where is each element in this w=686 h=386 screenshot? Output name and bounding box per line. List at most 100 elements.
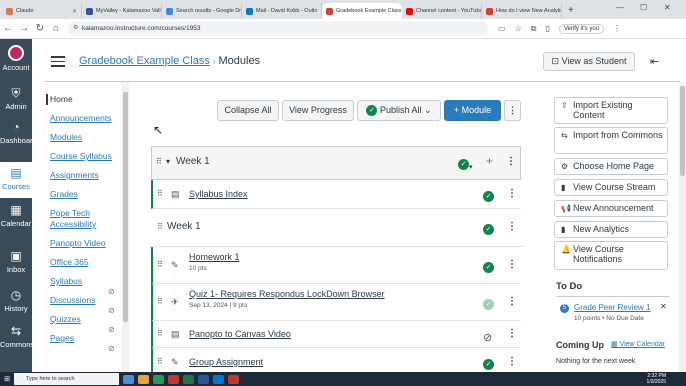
drag-handle-icon[interactable]: ⠿ [157, 260, 163, 269]
powerpoint-icon[interactable] [168, 374, 179, 384]
global-nav-courses[interactable]: ▤ Courses [0, 162, 32, 198]
course-nav-home[interactable]: Home [46, 94, 116, 105]
drag-handle-icon[interactable]: ⠿ [157, 189, 163, 198]
global-nav-inbox[interactable]: ▣ Inbox [0, 249, 32, 274]
global-nav-history[interactable]: ◷ History [0, 288, 32, 313]
course-nav-discussions[interactable]: Discussions [50, 295, 104, 306]
global-nav-admin[interactable]: ⛨ Admin [0, 86, 32, 111]
sidebar-action-view-course-notifications[interactable]: 🔔 View Course Notifications [554, 241, 668, 270]
browser-tab[interactable]: Claude ✕ [2, 3, 82, 19]
module-item-row[interactable]: ⠿ Week 1 ✓ ⋮ [153, 209, 523, 247]
module-item-title[interactable]: Syllabus Index [189, 189, 248, 199]
module-header[interactable]: ⠿ ▾ Week 1 ✓ ▾ + ⋮ [151, 146, 521, 180]
course-nav-panopto-video[interactable]: Panopto Video [50, 238, 120, 249]
sidebar-action-new-announcement[interactable]: 📢 New Announcement [554, 200, 668, 217]
taskbar-clock[interactable]: 2:32 PM 1/9/2025 [647, 373, 686, 385]
drag-handle-icon[interactable]: ⠿ [157, 357, 163, 366]
add-module-button[interactable]: + Module [444, 100, 501, 121]
sidebar-icon[interactable]: ▯ [545, 24, 549, 33]
drag-handle-icon[interactable]: ⠿ [157, 297, 163, 306]
profile-button[interactable]: Verify it's you [558, 23, 605, 34]
course-nav-pages[interactable]: Pages [50, 333, 104, 344]
publish-status-button[interactable]: ✓ [483, 221, 494, 239]
sidebar-action-new-analytics[interactable]: ▮ New Analytics [554, 221, 668, 238]
toolbar-more-icon[interactable]: ⋮ [504, 100, 521, 121]
publish-status-button[interactable]: ✓ [483, 259, 494, 277]
excel-icon[interactable] [183, 374, 194, 384]
global-nav-account[interactable]: Account [0, 45, 32, 72]
sidebar-action-import-from-commons[interactable]: ⇆ Import from Commons [554, 127, 668, 154]
chrome-icon[interactable] [153, 374, 164, 384]
dismiss-todo-icon[interactable]: ✕ [660, 302, 667, 311]
module-item-row[interactable]: ⠿ ✎ Homework 1 10 pts ✓ ⋮ [151, 247, 521, 284]
item-more-icon[interactable]: ⋮ [507, 356, 517, 367]
module-more-icon[interactable]: ⋮ [506, 156, 516, 167]
file-explorer-icon[interactable] [138, 374, 149, 384]
course-menu-toggle[interactable] [51, 56, 65, 70]
global-nav-commons[interactable]: ⇆ Commons [0, 324, 34, 349]
publish-all-button[interactable]: ✓ Publish All ⌄ [357, 100, 441, 121]
global-nav-calendar[interactable]: ▦ Calendar [0, 203, 32, 228]
collapse-all-button[interactable]: Collapse All [217, 100, 279, 121]
browser-tab[interactable]: Search results - Google Dr✕ [162, 3, 242, 19]
item-more-icon[interactable]: ⋮ [507, 221, 517, 232]
url-field[interactable]: ⚙ kalamazoo.instructure.com/courses/1953 [68, 21, 488, 36]
sidebar-action-view-course-stream[interactable]: ▮ View Course Stream [554, 179, 668, 196]
bookmark-star-icon[interactable]: ☆ [515, 24, 522, 33]
drag-handle-icon[interactable]: ⠿ [156, 157, 162, 166]
back-icon[interactable]: ← [0, 23, 16, 34]
close-tab-icon[interactable]: ✕ [72, 8, 77, 15]
word-icon[interactable] [198, 374, 209, 384]
global-nav-dashboard[interactable]: ◔ Dashboard [0, 120, 37, 145]
sidebar-action-import-existing-content[interactable]: ⇪ Import Existing Content [554, 97, 668, 124]
browser-tab[interactable]: Gradebook Example Class✕ [322, 3, 402, 19]
page-scrollbar[interactable] [679, 82, 686, 372]
app-icon[interactable] [228, 374, 239, 384]
module-item-title[interactable]: Group Assignment [189, 357, 263, 367]
maximize-icon[interactable]: ☐ [640, 3, 647, 12]
close-window-icon[interactable]: ✕ [664, 3, 671, 12]
module-publish-status[interactable]: ✓ ▾ [458, 156, 473, 174]
collapse-sidebar-icon[interactable]: ⇤ [650, 55, 659, 68]
view-as-student-button[interactable]: ⊡ View as Student [543, 52, 635, 71]
publish-status-button[interactable]: ✓ [483, 188, 494, 206]
browser-tab[interactable]: MyValley - Kalamazoo Valle✕ [82, 3, 162, 19]
todo-item-link[interactable]: Grade Peer Review 1 [574, 303, 664, 312]
view-calendar-link[interactable]: ▦ View Calendar [611, 340, 665, 348]
windows-start-icon[interactable]: ⊞ [0, 375, 14, 383]
module-item-row[interactable]: ⠿ ✈ Quiz 1- Requires Respondus LockDown Br… [151, 284, 521, 321]
outlook-icon[interactable] [213, 374, 224, 384]
view-progress-button[interactable]: View Progress [282, 100, 354, 121]
home-icon[interactable]: ⌂ [48, 23, 64, 34]
browser-tab[interactable]: Channel content - YouTube✕ [402, 3, 482, 19]
item-more-icon[interactable]: ⋮ [507, 259, 517, 270]
course-nav-quizzes[interactable]: Quizzes [50, 314, 104, 325]
add-item-icon[interactable]: + [486, 154, 493, 168]
course-nav-office-365[interactable]: Office 365 [50, 257, 120, 268]
course-nav-modules[interactable]: Modules [50, 132, 120, 143]
drag-handle-icon[interactable]: ⠿ [157, 329, 163, 338]
course-nav-scrollbar[interactable] [122, 82, 129, 372]
course-nav-syllabus[interactable]: Syllabus [50, 276, 104, 287]
browser-tab[interactable]: Mail - David Kobb - Outlo✕ [242, 3, 322, 19]
task-view-icon[interactable] [123, 374, 134, 384]
course-nav-course-syllabus[interactable]: Course Syllabus [50, 151, 120, 162]
drag-handle-icon[interactable]: ⠿ [157, 222, 163, 231]
collapse-module-icon[interactable]: ▾ [166, 157, 170, 166]
course-nav-pope-tech-accessibility[interactable]: Pope Tech Accessibility [50, 208, 120, 230]
publish-status-button[interactable]: ⊘ [483, 328, 492, 346]
item-more-icon[interactable]: ⋮ [507, 188, 517, 199]
publish-status-button[interactable]: ✓ [483, 296, 494, 314]
item-more-icon[interactable]: ⋮ [507, 328, 517, 339]
cast-icon[interactable]: ▭ [498, 24, 506, 33]
reload-icon[interactable]: ↻ [32, 23, 48, 34]
extensions-icon[interactable]: ⧉ [531, 24, 537, 34]
module-item-row[interactable]: ⠿ ▤ Panopto to Canvas Video ⊘ ⋮ [151, 321, 521, 348]
site-info-icon[interactable]: ⚙ [73, 21, 78, 36]
new-tab-icon[interactable]: + [562, 3, 580, 19]
module-item-title[interactable]: Homework 1 [189, 252, 240, 262]
breadcrumb-course-link[interactable]: Gradebook Example Class [79, 55, 210, 67]
course-nav-assignments[interactable]: Assignments [50, 170, 120, 181]
module-item-title[interactable]: Panopto to Canvas Video [189, 329, 291, 339]
sidebar-action-choose-home-page[interactable]: ⚙ Choose Home Page [554, 158, 668, 175]
